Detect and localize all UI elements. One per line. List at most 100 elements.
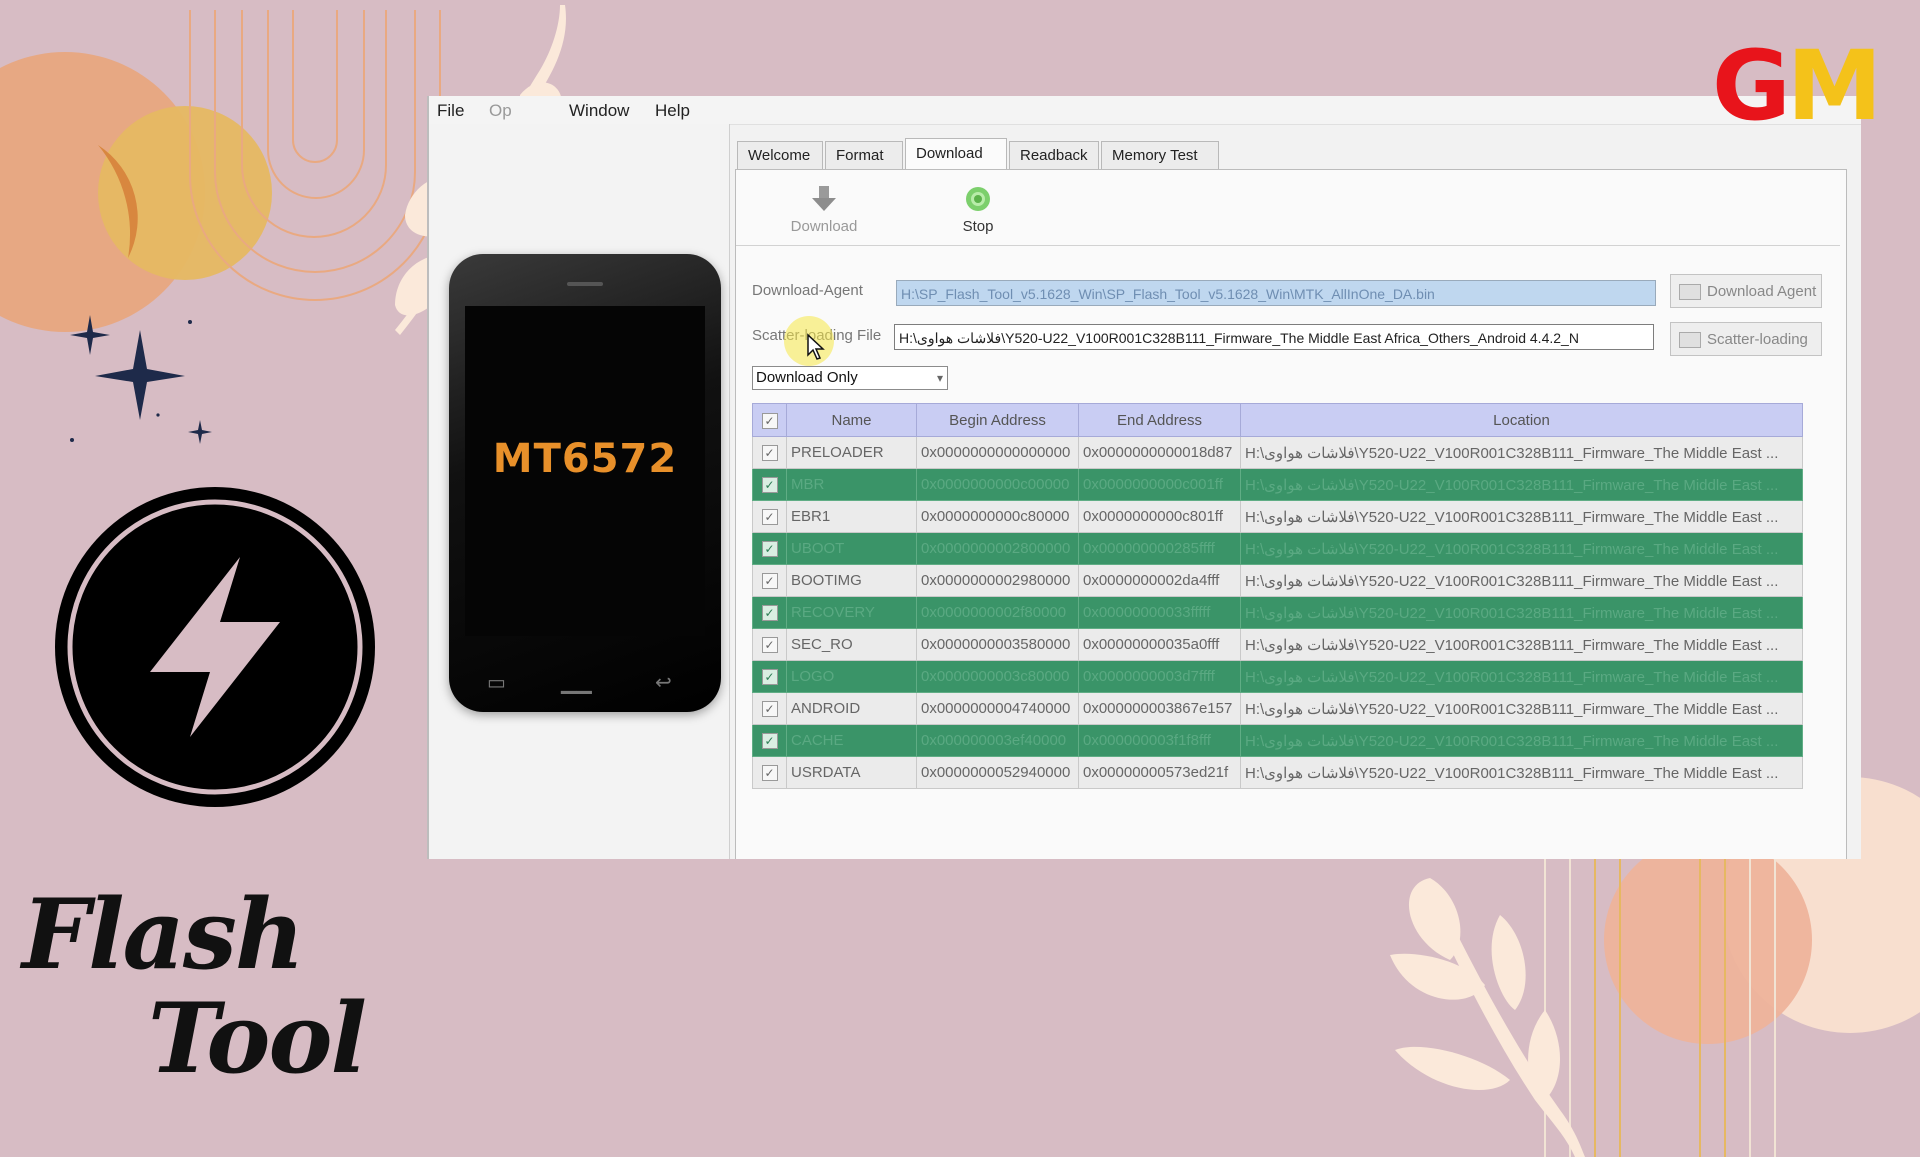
stop-button[interactable]: Stop (948, 184, 1008, 235)
tab-download[interactable]: Download (905, 138, 1007, 170)
partition-name-cell: USRDATA (786, 756, 917, 789)
end-address-cell: 0x0000000000c801ff (1078, 500, 1241, 533)
column-header-end-address[interactable]: End Address (1078, 403, 1241, 437)
table-row[interactable]: ✓ BOOTIMG 0x0000000002980000 0x0000000002da… (752, 564, 1803, 597)
row-checkbox[interactable]: ✓ (752, 660, 787, 693)
table-row[interactable]: ✓ MBR 0x0000000000c00000 0x0000000000c001ff… (752, 468, 1803, 501)
download-agent-label: Download-Agent (752, 282, 863, 299)
chevron-down-icon: ▾ (936, 371, 943, 385)
stop-button-label: Stop (962, 218, 994, 235)
device-preview-pane: MT6572 ▭ ▁▁ ↩ (429, 124, 730, 859)
partition-table-body: ✓ PRELOADER 0x0000000000000000 0x0000000000… (752, 436, 1803, 789)
tab-memory-test[interactable]: Memory Test (1101, 141, 1219, 169)
phone-speaker (567, 282, 603, 286)
end-address-cell: 0x0000000003d7ffff (1078, 660, 1241, 693)
menu-softkey-icon: ▭ (487, 672, 506, 694)
download-mode-value: Download Only (756, 369, 858, 386)
partition-name-cell: RECOVERY (786, 596, 917, 629)
tab-readback[interactable]: Readback (1009, 141, 1099, 169)
end-address-cell: 0x000000003f1f8fff (1078, 724, 1241, 757)
end-address-cell: 0x0000000002da4fff (1078, 564, 1241, 597)
lightning-bolt-icon (55, 487, 375, 807)
back-softkey-icon: ↩ (655, 672, 672, 694)
tab-welcome[interactable]: Welcome (737, 141, 823, 169)
download-button[interactable]: Download (784, 184, 864, 235)
partition-name-cell: MBR (786, 468, 917, 501)
begin-address-cell: 0x0000000052940000 (916, 756, 1079, 789)
table-row[interactable]: ✓ LOGO 0x0000000003c80000 0x0000000003d7fff… (752, 660, 1803, 693)
begin-address-cell: 0x0000000003c80000 (916, 660, 1079, 693)
end-address-cell: 0x00000000033fffff (1078, 596, 1241, 629)
row-checkbox[interactable]: ✓ (752, 692, 787, 725)
location-cell: H:\فلاشات هواوى\Y520-U22_V100R001C328B11… (1240, 596, 1803, 629)
download-agent-button[interactable]: Download Agent (1670, 274, 1822, 308)
end-address-cell: 0x000000000285ffff (1078, 532, 1241, 565)
column-header-begin-address[interactable]: Begin Address (916, 403, 1079, 437)
download-mode-select[interactable]: Download Only ▾ (752, 366, 948, 390)
title-line-flash: Flash (22, 878, 305, 991)
end-address-cell: 0x00000000573ed21f (1078, 756, 1241, 789)
menu-window[interactable]: Window (569, 101, 629, 121)
row-checkbox[interactable]: ✓ (752, 724, 787, 757)
begin-address-cell: 0x0000000000c00000 (916, 468, 1079, 501)
begin-address-cell: 0x0000000000c80000 (916, 500, 1079, 533)
table-row[interactable]: ✓ CACHE 0x000000003ef40000 0x000000003f1f8f… (752, 724, 1803, 757)
begin-address-cell: 0x0000000002800000 (916, 532, 1079, 565)
scatter-loading-button[interactable]: Scatter-loading (1670, 322, 1822, 356)
tab-format[interactable]: Format (825, 141, 903, 169)
download-arrow-icon (812, 186, 836, 211)
column-header-name[interactable]: Name (786, 403, 917, 437)
logo-letter-m: M (1786, 30, 1883, 142)
table-row[interactable]: ✓ SEC_RO 0x0000000003580000 0x00000000035a0… (752, 628, 1803, 661)
gm-logo: GM (1712, 38, 1882, 134)
row-checkbox[interactable]: ✓ (752, 756, 787, 789)
begin-address-cell: 0x0000000000000000 (916, 436, 1079, 469)
row-checkbox[interactable]: ✓ (752, 596, 787, 629)
begin-address-cell: 0x0000000004740000 (916, 692, 1079, 725)
end-address-cell: 0x0000000000c001ff (1078, 468, 1241, 501)
home-softkey-icon: ▁▁ (561, 672, 592, 694)
end-address-cell: 0x000000003867e157 (1078, 692, 1241, 725)
menu-options[interactable]: Op (489, 101, 512, 121)
scatter-loading-button-label: Scatter-loading (1707, 331, 1808, 348)
select-all-checkbox[interactable]: ✓ (752, 403, 787, 437)
row-checkbox[interactable]: ✓ (752, 500, 787, 533)
table-row[interactable]: ✓ ANDROID 0x0000000004740000 0x000000003867… (752, 692, 1803, 725)
partition-name-cell: ANDROID (786, 692, 917, 725)
row-checkbox[interactable]: ✓ (752, 468, 787, 501)
download-button-label: Download (790, 218, 858, 235)
column-header-location[interactable]: Location (1240, 403, 1803, 437)
partition-name-cell: LOGO (786, 660, 917, 693)
partition-name-cell: EBR1 (786, 500, 917, 533)
download-tab-panel: Download Stop Download-Agent H:\SP_Flash… (735, 169, 1847, 859)
download-agent-path-field[interactable]: H:\SP_Flash_Tool_v5.1628_Win\SP_Flash_To… (896, 280, 1656, 306)
table-row[interactable]: ✓ RECOVERY 0x0000000002f80000 0x00000000033… (752, 596, 1803, 629)
menu-help[interactable]: Help (655, 101, 690, 121)
folder-icon (1679, 284, 1701, 300)
partition-table: ✓ Name Begin Address End Address Locatio… (752, 403, 1803, 789)
logo-letter-g: G (1712, 30, 1791, 142)
partition-name-cell: CACHE (786, 724, 917, 757)
location-cell: H:\فلاشات هواوى\Y520-U22_V100R001C328B11… (1240, 436, 1803, 469)
table-header-row: ✓ Name Begin Address End Address Locatio… (752, 403, 1803, 437)
location-cell: H:\فلاشات هواوى\Y520-U22_V100R001C328B11… (1240, 724, 1803, 757)
chip-model-label: MT6572 (492, 436, 678, 482)
location-cell: H:\فلاشات هواوى\Y520-U22_V100R001C328B11… (1240, 564, 1803, 597)
table-row[interactable]: ✓ EBR1 0x0000000000c80000 0x0000000000c801f… (752, 500, 1803, 533)
scatter-file-path-field[interactable]: H:\فلاشات هواوى\Y520-U22_V100R001C328B11… (894, 324, 1654, 350)
toolbar: Download Stop (736, 170, 1840, 246)
table-row[interactable]: ✓ PRELOADER 0x0000000000000000 0x0000000000… (752, 436, 1803, 469)
table-row[interactable]: ✓ USRDATA 0x0000000052940000 0x00000000573e… (752, 756, 1803, 789)
folder-icon (1679, 332, 1701, 348)
row-checkbox[interactable]: ✓ (752, 532, 787, 565)
table-row[interactable]: ✓ UBOOT 0x0000000002800000 0x000000000285ff… (752, 532, 1803, 565)
end-address-cell: 0x0000000000018d87 (1078, 436, 1241, 469)
partition-name-cell: PRELOADER (786, 436, 917, 469)
partition-name-cell: SEC_RO (786, 628, 917, 661)
row-checkbox[interactable]: ✓ (752, 436, 787, 469)
row-checkbox[interactable]: ✓ (752, 564, 787, 597)
partition-name-cell: BOOTIMG (786, 564, 917, 597)
begin-address-cell: 0x0000000002980000 (916, 564, 1079, 597)
row-checkbox[interactable]: ✓ (752, 628, 787, 661)
menu-file[interactable]: File (437, 101, 464, 121)
